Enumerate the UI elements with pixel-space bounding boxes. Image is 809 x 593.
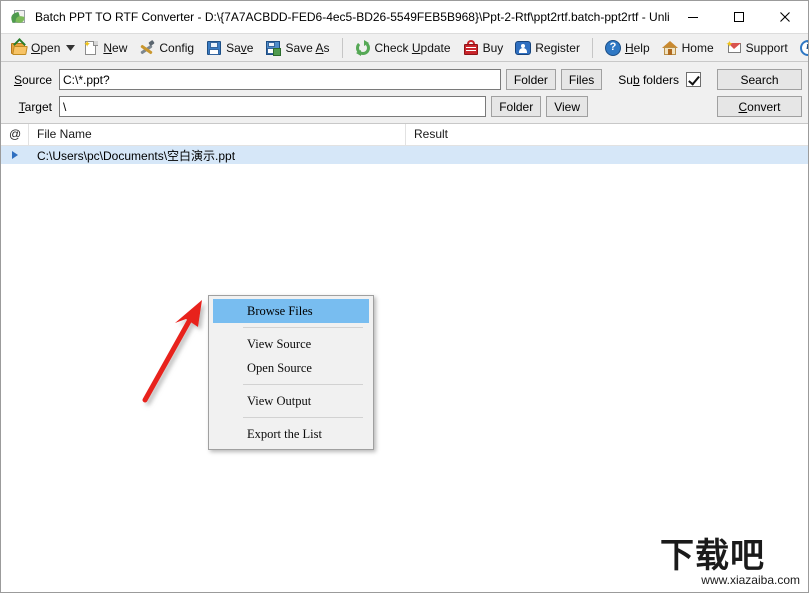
toolbar-button-check-update[interactable]: Check Update <box>350 36 456 59</box>
column-header-result[interactable]: Result <box>406 124 808 145</box>
toolbar-label-save: Save <box>226 40 254 55</box>
search-button[interactable]: Search <box>717 69 802 90</box>
source-folder-button[interactable]: Folder <box>505 69 556 90</box>
toolbar-label-help: Help <box>624 40 650 55</box>
toolbar-button-about[interactable]: i About <box>795 36 808 59</box>
table-row[interactable]: C:\Users\pc\Documents\空白演示.ppt <box>1 146 808 164</box>
toolbar-button-home[interactable]: Home <box>657 36 719 59</box>
close-button[interactable] <box>762 1 808 32</box>
convert-button[interactable]: Convert <box>717 96 802 117</box>
toolbar-button-buy[interactable]: Buy <box>458 36 509 59</box>
key-user-icon <box>515 40 532 56</box>
envelope-icon: ✦ <box>726 39 742 56</box>
toolbar-separator-2 <box>591 37 593 58</box>
window-title: Batch PPT TO RTF Converter - D:\{7A7ACBD… <box>35 9 670 24</box>
title-bar: Batch PPT TO RTF Converter - D:\{7A7ACBD… <box>1 1 808 33</box>
path-fields-panel: Source Folder Files Sub folders Search T… <box>1 62 808 124</box>
toolbar-label-new: New <box>103 40 128 55</box>
toolbar-button-help[interactable]: ? Help <box>600 36 655 59</box>
context-menu-item-view-source[interactable]: View Source <box>213 332 369 356</box>
tools-icon <box>139 39 156 56</box>
toolbar-button-open[interactable]: Open <box>6 36 65 59</box>
column-header-file-name[interactable]: File Name <box>29 124 406 145</box>
context-menu-item-browse-files[interactable]: Browse Files <box>213 299 369 323</box>
toolbar-label-buy: Buy <box>482 40 504 55</box>
source-label: Source <box>13 72 52 87</box>
maximize-button[interactable] <box>716 1 762 32</box>
open-folder-icon <box>11 37 28 56</box>
target-folder-button[interactable]: Folder <box>491 96 542 117</box>
cart-icon <box>463 39 479 56</box>
toolbar-label-home: Home <box>681 40 714 55</box>
toolbar-button-register[interactable]: Register <box>510 36 585 59</box>
toolbar-separator-1 <box>341 37 343 58</box>
open-dropdown-arrow-button[interactable] <box>66 44 76 51</box>
floppy-disk-green-icon <box>265 40 282 56</box>
main-toolbar: Open ✦ New Config Save Save As Check Upd… <box>1 33 808 62</box>
watermark-text: 下载吧 <box>660 536 765 576</box>
file-list-view[interactable]: @ File Name Result C:\Users\pc\Documents… <box>1 124 808 579</box>
toolbar-label-support: Support <box>745 40 788 55</box>
subfolders-checkbox[interactable] <box>686 72 701 87</box>
toolbar-button-new[interactable]: ✦ New <box>78 36 132 59</box>
context-menu-separator-2 <box>243 384 363 385</box>
target-label: Target <box>18 99 52 114</box>
site-watermark: 下载吧 www.xiazaiba.com <box>660 538 802 590</box>
context-menu: Browse Files View Source Open Source Vie… <box>208 295 374 450</box>
context-menu-separator-1 <box>243 327 363 328</box>
info-circle-icon: i <box>799 39 808 56</box>
context-menu-separator-3 <box>243 417 363 418</box>
source-input[interactable] <box>59 69 501 90</box>
target-view-button[interactable]: View <box>546 96 588 117</box>
file-list-header: @ File Name Result <box>1 124 808 146</box>
toolbar-label-save-as: Save As <box>285 40 330 55</box>
toolbar-label-check-update: Check Update <box>374 40 451 55</box>
app-leaf-icon <box>9 9 27 25</box>
toolbar-label-register: Register <box>535 40 580 55</box>
window-controls <box>670 1 808 32</box>
toolbar-button-support[interactable]: ✦ Support <box>721 36 793 59</box>
row-marker <box>1 151 29 159</box>
column-header-at[interactable]: @ <box>1 124 29 145</box>
new-document-icon: ✦ <box>83 39 99 56</box>
floppy-disk-icon <box>206 40 222 56</box>
context-menu-item-open-source[interactable]: Open Source <box>213 356 369 380</box>
refresh-icon <box>355 39 371 56</box>
row-file-name: C:\Users\pc\Documents\空白演示.ppt <box>37 148 236 163</box>
application-window: Batch PPT TO RTF Converter - D:\{7A7ACBD… <box>0 0 809 593</box>
source-files-button[interactable]: Files <box>560 69 603 90</box>
minimize-icon <box>688 16 698 18</box>
toolbar-button-config[interactable]: Config <box>134 36 199 59</box>
toolbar-button-save[interactable]: Save <box>201 36 258 59</box>
context-menu-item-view-output[interactable]: View Output <box>213 389 369 413</box>
minimize-button[interactable] <box>670 1 716 32</box>
target-row: Target Folder View Convert <box>1 96 808 117</box>
toolbar-button-save-as[interactable]: Save As <box>260 36 334 59</box>
toolbar-label-open: Open <box>31 40 61 55</box>
house-icon <box>661 40 678 56</box>
source-row: Source Folder Files Sub folders Search <box>1 69 808 90</box>
maximize-icon <box>734 11 744 22</box>
subfolders-label: Sub folders <box>618 72 679 87</box>
target-input[interactable] <box>59 96 487 117</box>
close-icon <box>780 11 790 22</box>
play-triangle-icon <box>12 151 18 159</box>
help-circle-icon: ? <box>604 39 621 56</box>
chevron-down-icon <box>66 44 76 51</box>
subfolders-group[interactable]: Sub folders <box>618 72 701 87</box>
context-menu-item-export-the-list[interactable]: Export the List <box>213 422 369 446</box>
toolbar-label-config: Config <box>159 40 195 55</box>
